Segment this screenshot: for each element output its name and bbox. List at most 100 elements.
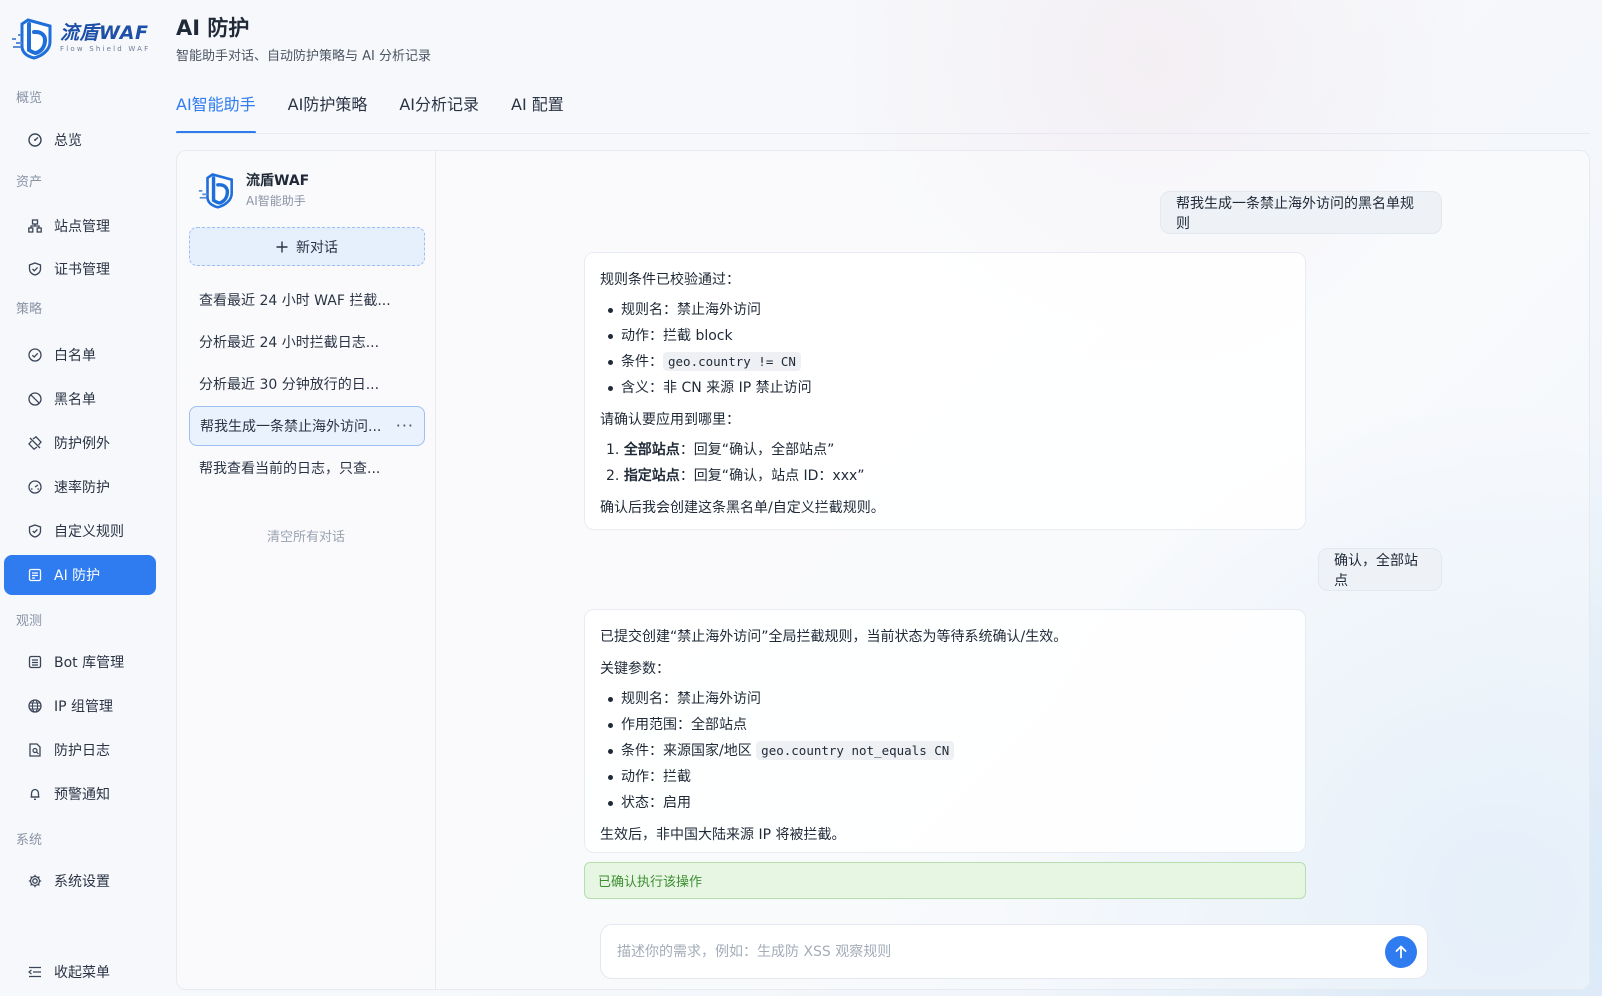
assistant-message: 规则条件已校验通过： 规则名：禁止海外访问 动作：拦截 block 条件： geo… [584,252,1306,530]
sidebar-item-logs[interactable]: 防护日志 [4,730,156,770]
clear-conversations-button[interactable]: 清空所有对话 [176,526,436,545]
list-item: 作用范围：全部站点 [606,712,1290,738]
sidebar-item-label: 系统设置 [54,874,110,890]
sidebar-item-label: 证书管理 [54,262,110,278]
section-strategy: 策略 [16,302,43,317]
list-item: 状态：启用 [606,790,1290,816]
speed-icon [28,480,42,494]
sidebar-item-label: 预警通知 [54,787,110,803]
list-item: 条件： geo.country != CN [606,349,1290,375]
params-list: 规则名：禁止海外访问 作用范围：全部站点 条件：来源国家/地区 geo.coun… [606,686,1290,816]
sidebar-item-certificates[interactable]: 证书管理 [4,249,156,289]
list-item: 规则名：禁止海外访问 [606,686,1290,712]
more-options-icon[interactable]: ··· [396,416,414,435]
sidebar-item-whitelist[interactable]: 白名单 [4,335,156,375]
sidebar: 流盾WAF Flow Shield WAF 概览 总览 资产 站点管理 证书管理… [0,0,166,996]
section-overview: 概览 [16,91,43,106]
list-item: 规则名：禁止海外访问 [606,297,1290,323]
chat-input-box [600,924,1428,979]
sidebar-item-sites[interactable]: 站点管理 [4,206,156,246]
conversation-list: 流盾WAF AI智能助手 新对话 查看最近 24 小时 WAF 拦截... 分析… [176,150,436,990]
tab-ai-config[interactable]: AI 配置 [511,94,564,134]
page-subtitle: 智能助手对话、自动防护策略与 AI 分析记录 [176,49,431,64]
log-icon [28,743,42,757]
gear-icon [28,874,42,888]
tab-divider [176,133,1590,134]
sidebar-item-bot-library[interactable]: Bot 库管理 [4,642,156,682]
assistant-message: 已提交创建“禁止海外访问”全局拦截规则，当前状态为等待系统确认/生效。 关键参数… [584,609,1306,853]
user-message: 帮我生成一条禁止海外访问的黑名单规则 [1160,191,1442,234]
assistant-name: 流盾WAF [246,173,310,189]
sidebar-item-label: 速率防护 [54,480,110,496]
section-observe: 观测 [16,614,43,629]
apply-options-list: 1. 全部站点：回复“确认，全部站点” 2. 指定站点：回复“确认，站点 ID：… [606,437,1290,489]
sidebar-item-ip-groups[interactable]: IP 组管理 [4,686,156,726]
sidebar-item-label: 防护例外 [54,436,110,452]
sidebar-item-custom-rules[interactable]: 自定义规则 [4,511,156,551]
shield-check-icon [28,262,42,276]
conversation-item[interactable]: 分析最近 24 小时拦截日志... [189,322,425,362]
sidebar-item-settings[interactable]: 系统设置 [4,861,156,901]
list-item: 条件：来源国家/地区 geo.country not_equals CN [606,738,1290,764]
sidebar-item-blacklist[interactable]: 黑名单 [4,379,156,419]
brand-tagline: Flow Shield WAF [60,44,151,53]
bot-icon [28,655,42,669]
conversation-item[interactable]: 帮我查看当前的日志，只查... [189,448,425,488]
assistant-role: AI智能助手 [246,194,306,208]
send-button[interactable] [1385,936,1417,968]
exception-icon [28,436,42,450]
sitemap-icon [28,219,42,233]
list-item: 含义：非 CN 来源 IP 禁止访问 [606,375,1290,401]
sidebar-item-alerts[interactable]: 预警通知 [4,774,156,814]
sidebar-item-label: 防护日志 [54,743,110,759]
tab-ai-assistant[interactable]: AI智能助手 [176,94,256,134]
sidebar-item-label: AI 防护 [54,568,101,584]
list-item: 动作：拦截 block [606,323,1290,349]
list-item: 2. 指定站点：回复“确认，站点 ID：xxx” [606,468,865,484]
sidebar-item-label: 白名单 [54,348,96,364]
collapse-menu-button[interactable]: 收起菜单 [4,952,156,992]
list-item: 1. 全部站点：回复“确认，全部站点” [606,442,835,458]
ai-icon [28,568,42,582]
sidebar-item-dashboard[interactable]: 总览 [4,120,156,160]
conversation-item[interactable]: 分析最近 30 分钟放行的日... [189,364,425,404]
arrow-up-icon [1394,945,1408,959]
assistant-avatar-icon [196,171,238,209]
globe-icon [28,699,42,713]
assistant-header: 流盾WAF AI智能助手 [196,170,309,209]
section-assets: 资产 [16,175,43,190]
user-message: 确认，全部站点 [1318,548,1442,591]
brand-logo[interactable]: 流盾WAF Flow Shield WAF [10,16,160,60]
brand-mark-icon [10,16,56,60]
confirmation-status: 已确认执行该操作 [584,862,1306,899]
sidebar-item-exceptions[interactable]: 防护例外 [4,423,156,463]
ban-icon [28,392,42,406]
sidebar-item-label: 黑名单 [54,392,96,408]
section-system: 系统 [16,833,43,848]
plus-icon [276,241,288,253]
tab-bar: AI智能助手 AI防护策略 AI分析记录 AI 配置 [176,94,564,134]
conversation-item-active[interactable]: 帮我生成一条禁止海外访问... ··· [189,406,425,446]
check-circle-icon [28,348,42,362]
collapse-menu-label: 收起菜单 [54,965,110,981]
new-conversation-button[interactable]: 新对话 [189,227,425,266]
sidebar-item-ai-protection[interactable]: AI 防护 [4,555,156,595]
menu-collapse-icon [28,965,42,979]
sidebar-item-label: Bot 库管理 [54,655,125,671]
sidebar-item-label: 总览 [54,133,82,149]
tab-ai-analysis[interactable]: AI分析记录 [399,94,479,134]
sidebar-item-label: 自定义规则 [54,524,124,540]
list-item: 动作：拦截 [606,764,1290,790]
chat-input[interactable] [617,943,1377,960]
dashboard-icon [28,133,42,147]
sidebar-item-rate-limit[interactable]: 速率防护 [4,467,156,507]
sidebar-item-label: 站点管理 [54,219,110,235]
sidebar-item-label: IP 组管理 [54,699,114,715]
conversation-item[interactable]: 查看最近 24 小时 WAF 拦截... [189,280,425,320]
rule-details-list: 规则名：禁止海外访问 动作：拦截 block 条件： geo.country !=… [606,297,1290,401]
page-title: AI 防护 [176,16,250,40]
new-conversation-label: 新对话 [296,239,338,256]
tab-ai-strategy[interactable]: AI防护策略 [288,94,368,134]
bell-icon [28,787,42,801]
brand-name: 流盾WAF [60,21,149,44]
